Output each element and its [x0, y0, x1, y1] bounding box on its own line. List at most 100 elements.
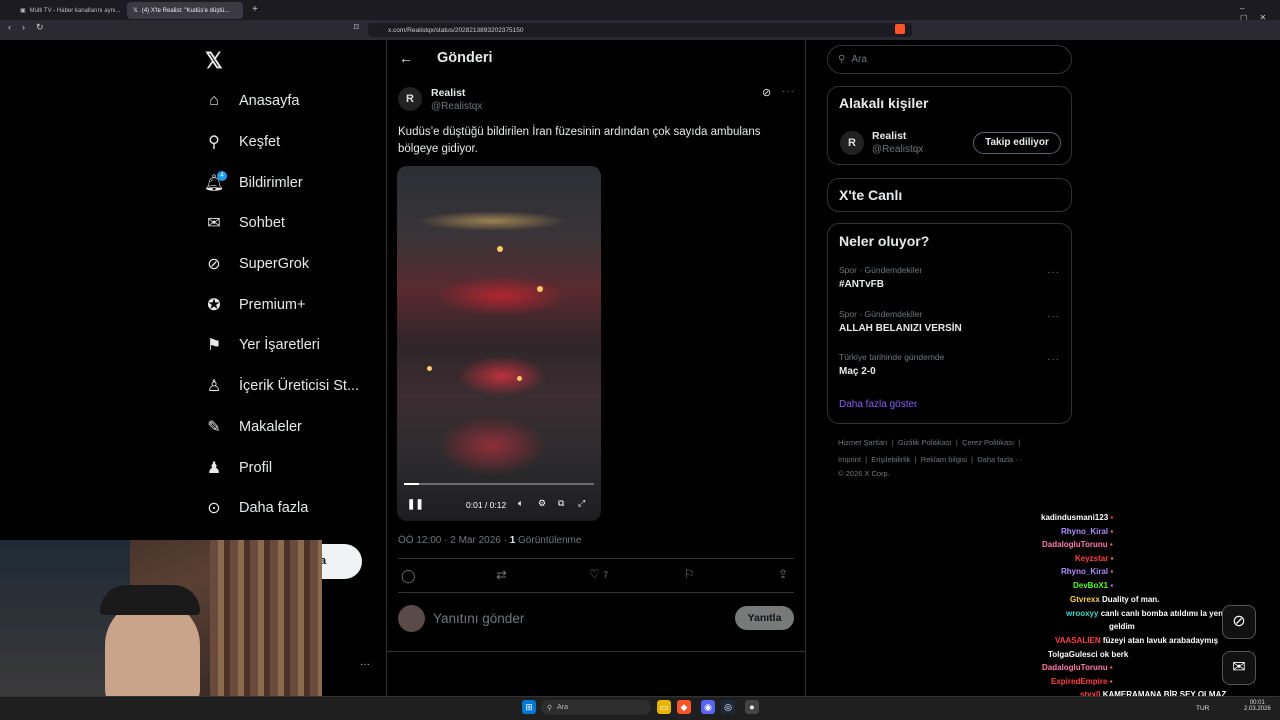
- divider: [386, 651, 806, 652]
- messages-fab-icon[interactable]: ✉: [1222, 651, 1256, 685]
- footer-links: Hizmet Şartları | Gizlilik Politikası | …: [838, 438, 1021, 447]
- chat-line: DadalogluTorunu ▪: [1042, 540, 1113, 549]
- emote-icon: ▪: [1110, 527, 1114, 536]
- avatar[interactable]: R: [840, 131, 864, 155]
- start-icon[interactable]: ⊞: [522, 700, 536, 714]
- divider: [398, 592, 794, 593]
- nav-item-bookmarks[interactable]: ⚑ Yer İşaretleri: [203, 330, 320, 360]
- post-video[interactable]: ❚❚ 0:01 / 0:12 🔈︎ ⚙ ⧉ ⤢: [397, 166, 601, 521]
- steam-icon[interactable]: ◎: [721, 700, 735, 714]
- more-options-icon[interactable]: ···: [782, 86, 795, 97]
- nav-item-premium[interactable]: ✪ Premium+: [203, 290, 305, 320]
- chat-line: Gtvrexx Duality of man.: [1070, 595, 1160, 604]
- footer-link[interactable]: Erişilebilirlik: [871, 455, 910, 464]
- new-tab-button[interactable]: +: [252, 4, 258, 15]
- x-logo-icon[interactable]: 𝕏: [205, 48, 223, 74]
- nav-item-explore[interactable]: ⚲ Keşfet: [203, 127, 280, 157]
- nav-item-profile[interactable]: ♟ Profil: [203, 453, 272, 483]
- author-handle[interactable]: @Realistqx: [431, 101, 482, 112]
- chat-line: Rhyno_Kiral ▪: [1061, 527, 1114, 536]
- emote-icon: ▪: [1110, 581, 1114, 590]
- copyright: © 2026 X Corp.: [838, 469, 890, 478]
- taskbar-search[interactable]: ⚲ Ara: [541, 700, 651, 715]
- nav-item-supergrok[interactable]: ⊘ SuperGrok: [203, 249, 309, 279]
- browser-tab[interactable]: ▣ Multi TV - Haber kanallarını aynı...: [14, 2, 122, 19]
- avatar[interactable]: R: [398, 87, 422, 111]
- footer-link[interactable]: Gizlilik Politikası: [898, 438, 952, 447]
- bookmark-icon[interactable]: ⚐: [684, 567, 695, 581]
- more-options-icon[interactable]: ···: [1047, 267, 1060, 278]
- related-name[interactable]: Realist: [872, 130, 906, 142]
- clock[interactable]: 00:01 2.03.2026: [1244, 700, 1271, 712]
- chat-line: Keyzstar ▪: [1075, 554, 1114, 563]
- pip-icon[interactable]: ⧉: [558, 498, 564, 509]
- settings-icon[interactable]: ⚙: [538, 498, 546, 509]
- footer-link[interactable]: Çerez Politikası: [962, 438, 1014, 447]
- nav-item-creator-studio[interactable]: ♙ İçerik Üreticisi St...: [203, 371, 359, 401]
- chat-line: wrooxyy canlı canlı bomba atıldımı la ye…: [1066, 609, 1226, 618]
- page-title: Gönderi: [437, 50, 493, 66]
- nav-item-messages[interactable]: ✉ Sohbet: [203, 208, 285, 238]
- reply-icon[interactable]: ◯: [401, 568, 416, 584]
- browser-tab-active[interactable]: 𝕏 (4) X'te Realist: "Kudüs'e düştü...: [127, 2, 243, 19]
- chat-line: DevBoX1 ▪: [1073, 581, 1114, 590]
- post-timestamp: ÖÖ 12:00 · 2 Mar 2026 ·: [398, 535, 510, 546]
- post-meta: ÖÖ 12:00 · 2 Mar 2026 · 1 Görüntülenme: [398, 535, 581, 546]
- search-placeholder: Ara: [851, 54, 867, 65]
- show-more-link[interactable]: Daha fazla göster: [839, 399, 917, 410]
- reload-icon[interactable]: ↻: [36, 22, 44, 33]
- forward-icon[interactable]: ›: [22, 22, 25, 32]
- user-avatar[interactable]: [398, 605, 425, 632]
- repost-icon[interactable]: ⇄: [496, 567, 507, 583]
- pause-icon[interactable]: ❚❚: [407, 499, 424, 510]
- post-text: Kudüs’e düştüğü bildirilen İran füzesini…: [398, 126, 761, 155]
- trends-title: Neler oluyor?: [839, 233, 930, 249]
- video-time: 0:01 / 0:12: [466, 500, 507, 510]
- like-button[interactable]: ♡ 7: [589, 567, 608, 581]
- fullscreen-icon[interactable]: ⤢: [578, 498, 585, 509]
- footer-link[interactable]: Hizmet Şartları: [838, 438, 888, 447]
- emote-icon: ▪: [1109, 540, 1113, 549]
- share-icon[interactable]: ⇪: [778, 567, 788, 581]
- obs-icon[interactable]: ●: [745, 700, 759, 714]
- nav-item-more[interactable]: ⊙ Daha fazla: [203, 493, 308, 523]
- nav-item-articles[interactable]: ✎ Makaleler: [203, 412, 302, 442]
- nav-item-home[interactable]: ⌂ Anasayfa: [203, 86, 299, 116]
- brave-shield-icon[interactable]: [895, 24, 905, 34]
- video-progress-track[interactable]: [404, 483, 594, 485]
- folder-icon[interactable]: ▭: [657, 700, 671, 714]
- more-options-icon[interactable]: ···: [1047, 311, 1060, 322]
- more-options-icon[interactable]: ···: [360, 659, 370, 670]
- volume-icon[interactable]: 🔈︎: [518, 498, 523, 509]
- back-icon[interactable]: ‹: [8, 22, 11, 32]
- chat-line: DadalogluTorunu ▪: [1042, 663, 1113, 672]
- reply-input[interactable]: Yanıtını gönder: [433, 611, 524, 626]
- discord-icon[interactable]: ◉: [701, 700, 715, 714]
- tab-label: Multi TV - Haber kanallarını aynı...: [29, 7, 121, 14]
- search-input[interactable]: ⚲ Ara: [827, 45, 1072, 74]
- search-icon: ⚲: [208, 134, 220, 151]
- more-options-icon[interactable]: ···: [1047, 354, 1060, 365]
- more-icon: ⊙: [207, 500, 221, 517]
- chat-line: TolgaGulesci ok berk: [1048, 650, 1129, 659]
- trend-item[interactable]: Spor · Gündemdekiler ALLAH BELANIZI VERS…: [839, 309, 1064, 334]
- footer-link[interactable]: Reklam bilgisi: [921, 455, 967, 464]
- bookmark-page-icon[interactable]: ⌑: [354, 22, 359, 33]
- trend-item[interactable]: Türkiye tarihinde gündemde Maç 2-0 ···: [839, 352, 1064, 377]
- footer-link[interactable]: Imprint: [838, 455, 861, 464]
- following-button[interactable]: Takip ediliyor: [973, 132, 1061, 154]
- bookmark-icon: ⚑: [206, 337, 222, 354]
- grok-icon[interactable]: ⊘: [762, 86, 771, 99]
- video-progress-fill: [404, 483, 420, 485]
- brave-icon[interactable]: ◆: [677, 700, 691, 714]
- back-arrow-icon[interactable]: ←: [399, 50, 413, 66]
- language-indicator[interactable]: TUR: [1196, 705, 1209, 712]
- address-bar[interactable]: x.com/Realistqx/status/20282138932023751…: [368, 23, 912, 37]
- footer-link[interactable]: Daha fazla ···: [977, 455, 1022, 464]
- chat-line: ExpiredEmpire ▪: [1051, 677, 1113, 686]
- related-handle[interactable]: @Realistqx: [872, 144, 923, 155]
- author-name[interactable]: Realist: [431, 87, 465, 99]
- grok-fab-icon[interactable]: ⊘: [1222, 605, 1256, 639]
- trend-item[interactable]: Spor · Gündemdekiler #ANTvFB ···: [839, 265, 1064, 290]
- reply-button[interactable]: Yanıtla: [735, 606, 794, 630]
